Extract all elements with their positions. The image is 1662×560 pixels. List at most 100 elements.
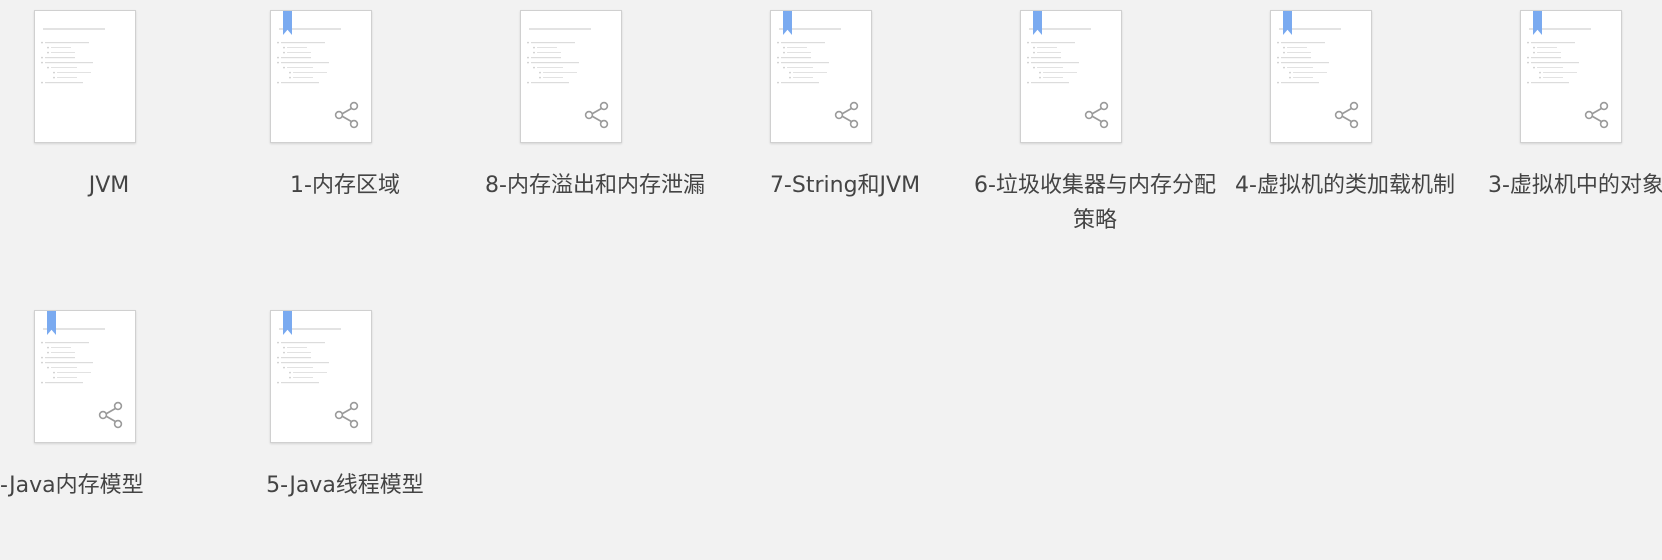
preview-bullet xyxy=(41,356,43,359)
file-item-java-thread-model[interactable]: 5-Java线程模型 xyxy=(238,310,448,560)
preview-line xyxy=(45,342,89,344)
preview-line xyxy=(1531,42,1575,44)
preview-line xyxy=(281,362,329,364)
file-item-memory-area[interactable]: 1-内存区域 xyxy=(238,10,448,260)
preview-bullet xyxy=(777,81,779,84)
preview-line xyxy=(1037,67,1063,68)
preview-line xyxy=(45,357,75,359)
preview-line xyxy=(57,372,91,373)
preview-bullet xyxy=(1277,81,1279,84)
preview-bullet xyxy=(789,76,791,79)
preview-line xyxy=(1281,82,1319,84)
file-item-class-loading[interactable]: 4-虚拟机的类加载机制 xyxy=(1235,10,1455,260)
file-name[interactable]: 4-虚拟机的类加载机制 xyxy=(1222,168,1468,203)
file-name[interactable]: 5-Java线程模型 xyxy=(222,468,468,503)
preview-bullet xyxy=(527,56,529,59)
preview-line xyxy=(287,47,307,48)
preview-bullet xyxy=(277,341,279,344)
share-icon[interactable] xyxy=(583,101,611,129)
file-thumbnail[interactable] xyxy=(770,10,872,143)
preview-bullet xyxy=(1039,71,1041,74)
preview-bullet xyxy=(1039,76,1041,79)
file-item-java-memory-model[interactable]: -Java内存模型 xyxy=(0,310,212,560)
file-name[interactable]: 1-内存区域 xyxy=(222,168,468,203)
preview-line xyxy=(287,347,307,348)
preview-bullet xyxy=(277,81,279,84)
preview-bullet xyxy=(289,371,291,374)
file-thumbnail[interactable] xyxy=(1020,10,1122,143)
file-thumbnail[interactable] xyxy=(270,10,372,143)
preview-line xyxy=(1531,82,1569,84)
file-thumbnail[interactable] xyxy=(520,10,622,143)
preview-line xyxy=(793,72,827,73)
preview-bullet xyxy=(539,71,541,74)
preview-bullet xyxy=(283,51,285,54)
file-item-objects[interactable]: 3-虚拟机中的对象 xyxy=(1488,10,1662,260)
share-icon[interactable] xyxy=(1583,101,1611,129)
share-icon[interactable] xyxy=(333,401,361,429)
preview-bullet xyxy=(1033,46,1035,49)
preview-bullet xyxy=(1027,81,1029,84)
preview-line xyxy=(45,42,89,44)
file-name[interactable]: -Java内存模型 xyxy=(0,468,144,503)
preview-line xyxy=(1537,47,1557,48)
preview-bullet xyxy=(533,51,535,54)
preview-line xyxy=(293,77,313,78)
preview-line xyxy=(293,72,327,73)
preview-bullet xyxy=(41,61,43,64)
preview-bullet xyxy=(277,41,279,44)
preview-bullet xyxy=(1289,71,1291,74)
preview-bullet xyxy=(1277,41,1279,44)
preview-line xyxy=(1043,77,1063,78)
share-icon[interactable] xyxy=(333,101,361,129)
preview-bullet xyxy=(283,46,285,49)
preview-bullet xyxy=(527,81,529,84)
preview-line xyxy=(543,72,577,73)
preview-line xyxy=(537,67,563,68)
preview-bullet xyxy=(789,71,791,74)
file-thumbnail[interactable] xyxy=(1520,10,1622,143)
share-icon[interactable] xyxy=(833,101,861,129)
file-thumbnail[interactable] xyxy=(34,310,136,443)
file-item-garbage-collector[interactable]: 6-垃圾收集器与内存分配策略 xyxy=(974,10,1216,260)
file-item-memory-overflow[interactable]: 8-内存溢出和内存泄漏 xyxy=(485,10,705,260)
file-name[interactable]: JVM xyxy=(0,168,232,203)
preview-line xyxy=(51,52,75,53)
preview-line xyxy=(793,77,813,78)
preview-line xyxy=(45,57,75,59)
preview-bullet xyxy=(533,46,535,49)
preview-line xyxy=(1281,62,1329,64)
file-name[interactable]: 6-垃圾收集器与内存分配策略 xyxy=(972,168,1218,238)
preview-line xyxy=(287,352,311,353)
file-name[interactable]: 7-String和JVM xyxy=(722,168,968,203)
preview-line xyxy=(1037,47,1057,48)
share-icon[interactable] xyxy=(97,401,125,429)
preview-bullet xyxy=(1027,61,1029,64)
preview-bullet xyxy=(277,356,279,359)
preview-line xyxy=(1037,52,1061,53)
share-icon[interactable] xyxy=(1333,101,1361,129)
preview-bullet xyxy=(1527,41,1529,44)
preview-line xyxy=(51,367,77,368)
preview-bullet xyxy=(527,61,529,64)
preview-line xyxy=(51,347,71,348)
file-thumbnail[interactable] xyxy=(1270,10,1372,143)
preview-line xyxy=(281,82,319,84)
file-name[interactable]: 3-虚拟机中的对象 xyxy=(1488,168,1662,203)
file-item-string-jvm[interactable]: 7-String和JVM xyxy=(738,10,948,260)
file-name[interactable]: 8-内存溢出和内存泄漏 xyxy=(472,168,718,203)
share-icon[interactable] xyxy=(1083,101,1111,129)
file-thumbnail[interactable] xyxy=(34,10,136,143)
preview-bullet xyxy=(1283,51,1285,54)
preview-bullet xyxy=(527,41,529,44)
file-thumbnail[interactable] xyxy=(270,310,372,443)
preview-bullet xyxy=(53,76,55,79)
preview-bullet xyxy=(41,56,43,59)
file-item-jvm[interactable]: JVM xyxy=(2,10,212,260)
preview-line xyxy=(531,62,579,64)
preview-line xyxy=(45,62,93,64)
preview-bullet xyxy=(41,41,43,44)
preview-line xyxy=(45,362,93,364)
preview-bullet xyxy=(777,41,779,44)
preview-line xyxy=(781,82,819,84)
